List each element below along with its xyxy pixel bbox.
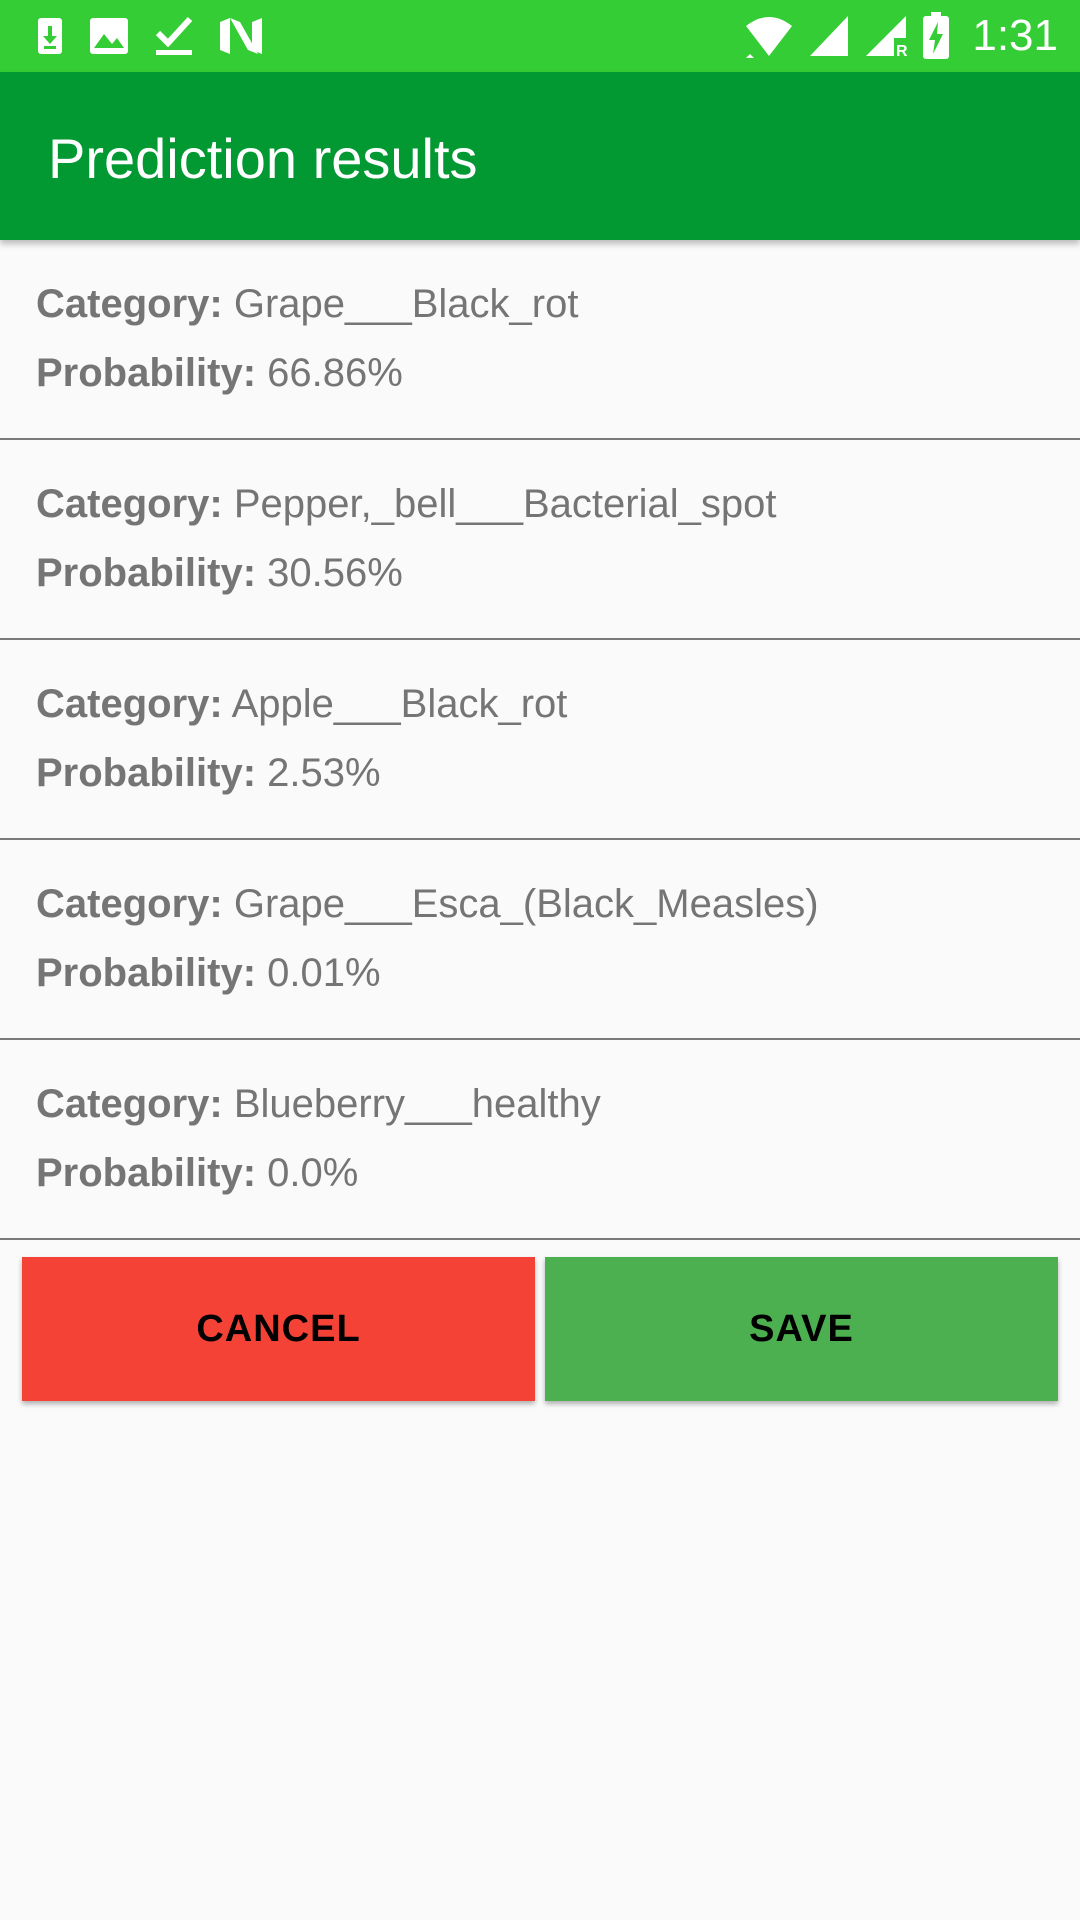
probability-label: Probability:	[36, 751, 257, 795]
category-value: Blueberry___healthy	[233, 1082, 601, 1126]
probability-label: Probability:	[36, 551, 257, 595]
category-line: Category: Apple___Black_rot	[36, 682, 567, 727]
wifi-icon	[744, 14, 794, 58]
list-item: Category: Blueberry___healthy Probabilit…	[0, 1040, 1080, 1240]
category-value: Grape___Esca_(Black_Measles)	[233, 882, 819, 926]
probability-value: 0.01%	[267, 951, 381, 995]
probability-value: 0.0%	[267, 1151, 359, 1195]
app-bar: Prediction results	[0, 72, 1080, 240]
notification-icons	[36, 12, 264, 60]
battery-charging-icon	[922, 12, 950, 60]
screen: R 1:31 Prediction results Category: Grap…	[0, 0, 1080, 1920]
category-value: Apple___Black_rot	[231, 682, 568, 726]
category-label: Category:	[36, 882, 223, 926]
cell-signal-roaming-icon: R	[864, 14, 908, 58]
probability-line: Probability: 2.53%	[36, 751, 381, 796]
page-title: Prediction results	[48, 127, 478, 190]
cancel-button[interactable]: CANCEL	[22, 1257, 535, 1401]
list-item: Category: Grape___Black_rot Probability:…	[0, 240, 1080, 440]
list-item: Category: Apple___Black_rot Probability:…	[0, 640, 1080, 840]
category-value: Grape___Black_rot	[233, 282, 579, 326]
probability-line: Probability: 30.56%	[36, 551, 403, 596]
probability-value: 2.53%	[267, 751, 381, 795]
category-label: Category:	[36, 682, 223, 726]
probability-line: Probability: 0.0%	[36, 1151, 358, 1196]
system-icons: R 1:31	[744, 10, 1058, 62]
action-buttons: CANCEL SAVE	[22, 1257, 1058, 1401]
category-line: Category: Grape___Black_rot	[36, 282, 578, 327]
n-logo-icon	[218, 16, 264, 56]
probability-line: Probability: 0.01%	[36, 951, 381, 996]
category-label: Category:	[36, 1082, 223, 1126]
checkmark-icon	[154, 15, 194, 57]
category-line: Category: Grape___Esca_(Black_Measles)	[36, 882, 819, 927]
results-list: Category: Grape___Black_rot Probability:…	[0, 240, 1080, 1240]
list-item: Category: Pepper,_bell___Bacterial_spot …	[0, 440, 1080, 640]
category-label: Category:	[36, 482, 223, 526]
probability-value: 30.56%	[267, 551, 403, 595]
image-icon	[88, 16, 130, 56]
category-line: Category: Pepper,_bell___Bacterial_spot	[36, 482, 776, 527]
download-icon	[36, 16, 64, 56]
roaming-label: R	[896, 43, 908, 58]
probability-value: 66.86%	[267, 351, 403, 395]
probability-label: Probability:	[36, 1151, 257, 1195]
category-value: Pepper,_bell___Bacterial_spot	[233, 482, 777, 526]
category-line: Category: Blueberry___healthy	[36, 1082, 601, 1127]
probability-label: Probability:	[36, 951, 257, 995]
save-button[interactable]: SAVE	[545, 1257, 1058, 1401]
status-time: 1:31	[972, 11, 1058, 60]
category-label: Category:	[36, 282, 223, 326]
status-bar: R 1:31	[0, 0, 1080, 72]
cell-signal-icon	[808, 14, 850, 58]
list-item: Category: Grape___Esca_(Black_Measles) P…	[0, 840, 1080, 1040]
probability-line: Probability: 66.86%	[36, 351, 403, 396]
probability-label: Probability:	[36, 351, 257, 395]
